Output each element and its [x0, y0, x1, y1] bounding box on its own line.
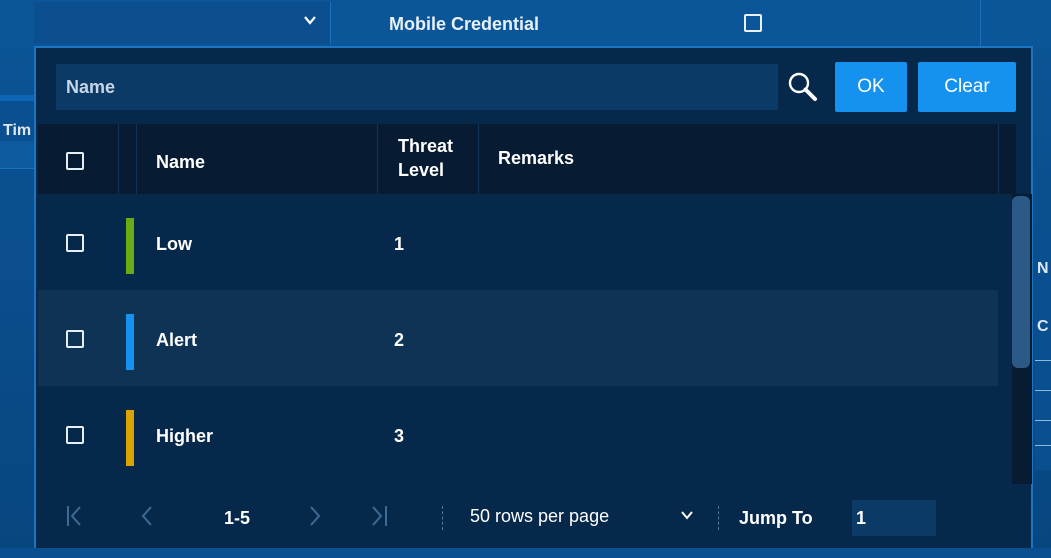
- column-header-threat-level-line1[interactable]: Threat: [398, 136, 453, 157]
- threat-name: Higher: [156, 426, 214, 446]
- column-divider: [980, 0, 981, 46]
- pagination-bar: 1-5 50 rows per page Jump To: [36, 488, 1031, 548]
- scrollbar-thumb[interactable]: [1012, 196, 1030, 368]
- divider: [442, 506, 443, 530]
- jump-to-label: Jump To: [739, 508, 813, 528]
- background-column-label: Tim: [3, 122, 32, 139]
- table-row[interactable]: Low 1: [38, 194, 998, 290]
- table-body: Low 1 Alert 2 Higher 3: [38, 194, 998, 482]
- background-right-label-2: C: [1037, 318, 1049, 335]
- threat-level-value: 2: [394, 330, 405, 350]
- chevron-down-icon[interactable]: [304, 14, 316, 26]
- threat-level-value: 3: [394, 426, 405, 446]
- table-header: Name Threat Level Remarks: [38, 124, 1016, 194]
- background-right-label-1: N: [1037, 260, 1049, 277]
- table-row[interactable]: Alert 2: [38, 290, 998, 386]
- search-box: [56, 64, 778, 110]
- select-all-checkbox[interactable]: [66, 152, 84, 170]
- background-right-fragment: N C: [1035, 230, 1051, 470]
- last-page-icon[interactable]: [370, 504, 388, 528]
- mobile-credential-label: Mobile Credential: [389, 14, 540, 34]
- row-checkbox[interactable]: [66, 234, 84, 252]
- clear-button[interactable]: Clear: [918, 62, 1016, 112]
- row-checkbox[interactable]: [66, 426, 84, 444]
- row-checkbox[interactable]: [66, 330, 84, 348]
- table-row[interactable]: Higher 3: [38, 386, 998, 482]
- threat-color-indicator: [126, 314, 134, 370]
- filter-dropdown[interactable]: [34, 2, 331, 44]
- rows-per-page-select[interactable]: 50 rows per page: [470, 506, 609, 527]
- threat-level-picker-panel: OK Clear Name Threat Level Remarks Low 1: [34, 46, 1033, 552]
- divider: [718, 506, 719, 530]
- page-range: 1-5: [224, 508, 251, 528]
- threat-name: Low: [156, 234, 192, 254]
- column-header-remarks[interactable]: Remarks: [498, 148, 574, 169]
- ok-button[interactable]: OK: [835, 62, 907, 112]
- column-header-name[interactable]: Name: [156, 152, 205, 173]
- background-bottom-fragment: [0, 548, 1051, 558]
- search-icon[interactable]: [786, 70, 820, 104]
- mobile-credential-checkbox[interactable]: [744, 14, 762, 32]
- chevron-down-icon[interactable]: [680, 508, 694, 522]
- jump-to-input[interactable]: [852, 500, 936, 536]
- threat-color-indicator: [126, 410, 134, 466]
- threat-level-value: 1: [394, 234, 405, 254]
- first-page-icon[interactable]: [66, 504, 84, 528]
- background-filter-row: Mobile Credential: [0, 0, 1051, 46]
- previous-page-icon[interactable]: [140, 504, 154, 528]
- column-header-threat-level-line2[interactable]: Level: [398, 160, 444, 181]
- threat-level-table: Name Threat Level Remarks Low 1 Alert 2: [38, 124, 1032, 482]
- next-page-icon[interactable]: [308, 504, 322, 528]
- threat-color-indicator: [126, 218, 134, 274]
- name-search-input[interactable]: [56, 64, 778, 110]
- threat-name: Alert: [156, 330, 198, 350]
